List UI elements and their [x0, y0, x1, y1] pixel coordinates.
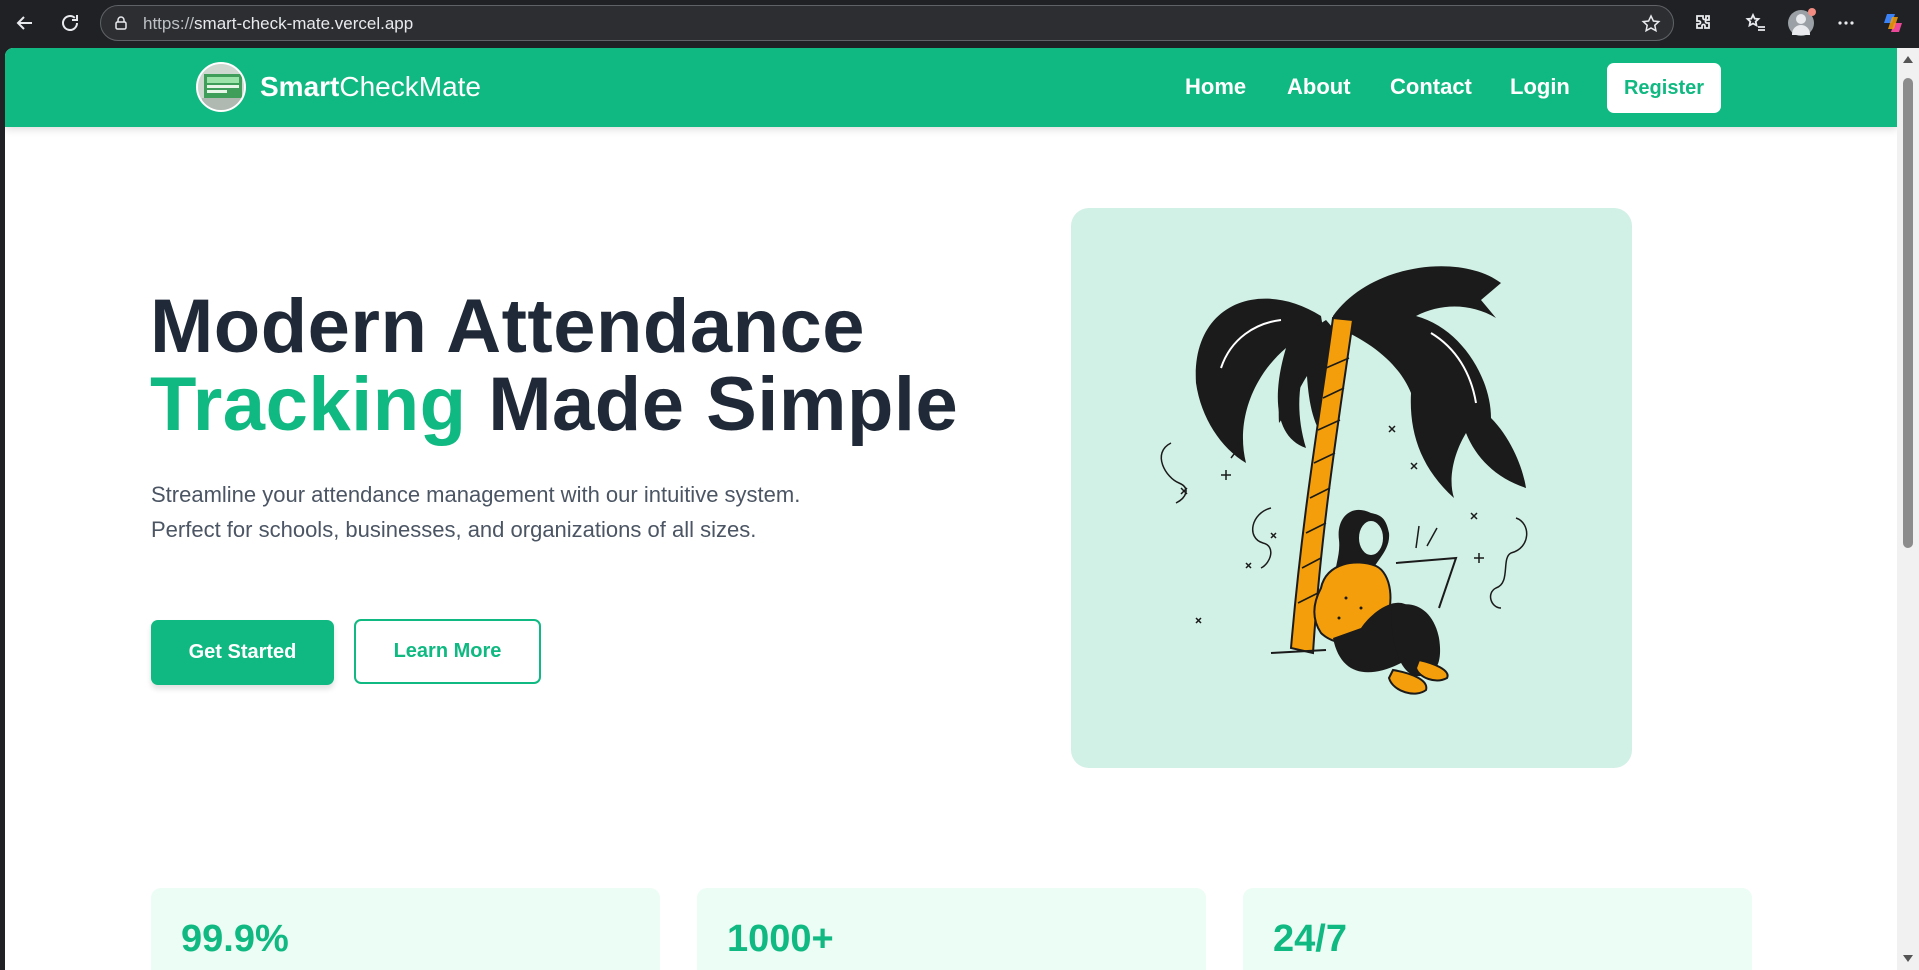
nav-contact[interactable]: Contact — [1390, 74, 1472, 100]
back-icon[interactable] — [10, 9, 40, 37]
profile-avatar-icon[interactable] — [1786, 8, 1816, 36]
hero-title-accent: Tracking — [150, 362, 467, 447]
scroll-down-arrow-icon[interactable] — [1903, 955, 1913, 962]
logo-image[interactable] — [196, 62, 246, 112]
browser-toolbar: https://smart-check-mate.vercel.app — [0, 0, 1919, 46]
scroll-up-arrow-icon[interactable] — [1903, 56, 1913, 63]
hero-description: Streamline your attendance management wi… — [151, 482, 801, 542]
stat-card-uptime: 99.9% — [151, 888, 660, 970]
extensions-icon[interactable] — [1690, 10, 1716, 36]
hero-title-rest: Made Simple — [466, 362, 959, 447]
page-viewport: SmartCheckMate Home About Contact Login … — [5, 48, 1897, 970]
hero-title-line1: Modern Attendance — [150, 284, 866, 369]
site-header: SmartCheckMate Home About Contact Login … — [5, 48, 1897, 127]
stat-value: 1000+ — [727, 918, 834, 960]
stat-card-users: 1000+ — [697, 888, 1206, 970]
scrollbar-thumb[interactable] — [1903, 78, 1913, 548]
stat-value: 24/7 — [1273, 918, 1347, 960]
get-started-button[interactable]: Get Started — [151, 620, 334, 685]
lock-icon[interactable] — [113, 15, 129, 31]
nav-login[interactable]: Login — [1510, 74, 1570, 100]
hero-illustration — [1071, 208, 1632, 768]
stat-value: 99.9% — [181, 918, 289, 960]
favorites-icon[interactable] — [1743, 10, 1769, 36]
site-logo-text[interactable]: SmartCheckMate — [260, 71, 481, 103]
favorite-star-icon[interactable] — [1641, 14, 1661, 34]
palm-tree-person-illustration — [1160, 266, 1528, 695]
nav-about[interactable]: About — [1287, 74, 1351, 100]
page-scrollbar[interactable] — [1897, 48, 1919, 970]
more-menu-icon[interactable] — [1833, 10, 1859, 36]
learn-more-button[interactable]: Learn More — [354, 619, 541, 684]
url-text[interactable]: https://smart-check-mate.vercel.app — [143, 14, 413, 34]
stat-card-support: 24/7 — [1243, 888, 1752, 970]
register-button[interactable]: Register — [1607, 63, 1721, 113]
address-bar[interactable]: https://smart-check-mate.vercel.app — [100, 5, 1674, 41]
nav-home[interactable]: Home — [1185, 74, 1246, 100]
hero-title: Modern Attendance Tracking Made Simple — [150, 288, 958, 444]
reload-icon[interactable] — [55, 9, 85, 37]
copilot-icon[interactable] — [1880, 10, 1906, 36]
